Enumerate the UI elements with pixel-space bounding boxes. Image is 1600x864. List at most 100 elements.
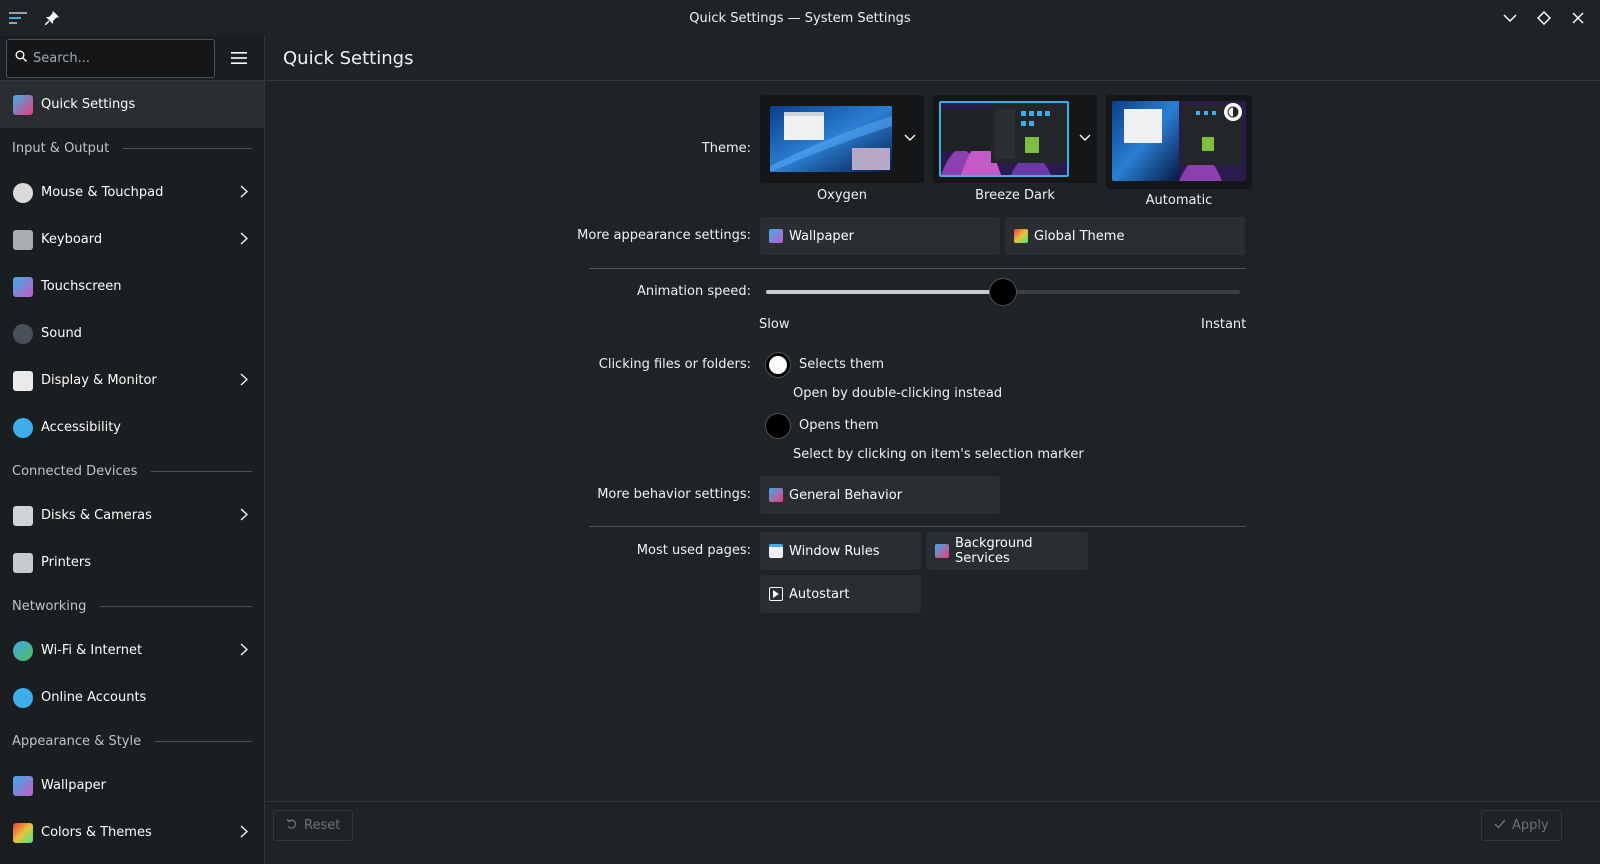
behavior-settings-label: More behavior settings: xyxy=(597,487,751,502)
animation-speed-slider[interactable] xyxy=(766,278,1240,306)
slider-slow-label: Slow xyxy=(759,317,790,332)
light-dark-toggle-icon xyxy=(1224,103,1242,121)
sidebar-item-label: Sound xyxy=(41,326,82,341)
page-title: Quick Settings xyxy=(283,47,414,69)
sidebar-item-wi-fi-internet[interactable]: Wi-Fi & Internet xyxy=(0,627,264,674)
sidebar-item-label: Accessibility xyxy=(41,420,121,435)
chevron-right-icon xyxy=(240,185,248,202)
sidebar-item-label: Printers xyxy=(41,555,92,570)
chevron-right-icon xyxy=(240,508,248,525)
animation-speed-label: Animation speed: xyxy=(636,284,751,299)
touchscreen-icon xyxy=(13,276,33,297)
autostart-button[interactable]: Autostart xyxy=(760,575,921,613)
animation-speed-slider-fill xyxy=(766,290,1003,294)
sound-icon xyxy=(13,323,33,344)
category-divider xyxy=(151,471,252,472)
wallpaper-icon xyxy=(13,775,33,796)
minimize-icon[interactable] xyxy=(1500,8,1520,28)
window-rules-button-label: Window Rules xyxy=(789,543,880,559)
theme-card-breeze-dark[interactable] xyxy=(933,95,1097,183)
breeze-dark-thumbnail xyxy=(939,101,1069,177)
chevron-right-icon xyxy=(240,373,248,390)
sidebar-item-quick-settings[interactable]: Quick Settings xyxy=(0,81,264,128)
general-behavior-button-label: General Behavior xyxy=(789,487,903,503)
sidebar-item-online-accounts[interactable]: Online Accounts xyxy=(0,674,264,721)
globe-icon xyxy=(13,640,33,661)
sidebar-category-label: Input & Output xyxy=(12,141,110,156)
global-theme-button-label: Global Theme xyxy=(1034,228,1125,244)
general-behavior-icon xyxy=(769,488,783,502)
global-theme-button[interactable]: Global Theme xyxy=(1005,217,1245,255)
selects-them-radio[interactable] xyxy=(765,352,791,378)
autostart-button-label: Autostart xyxy=(789,586,850,602)
wallpaper-button-label: Wallpaper xyxy=(789,228,855,244)
sidebar-item-display-monitor[interactable]: Display & Monitor xyxy=(0,357,264,404)
hamburger-menu-icon[interactable] xyxy=(224,43,254,73)
sidebar-item-label: Mouse & Touchpad xyxy=(41,185,164,200)
chevron-right-icon xyxy=(240,825,248,842)
sidebar-category-label: Connected Devices xyxy=(12,464,138,479)
animation-speed-slider-handle[interactable] xyxy=(989,278,1017,306)
theme-label: Theme: xyxy=(701,141,751,156)
app-menu-icon[interactable] xyxy=(8,8,28,28)
window-rules-icon xyxy=(769,544,783,558)
sidebar-item-wallpaper[interactable]: Wallpaper xyxy=(0,762,264,809)
sidebar-category: Networking xyxy=(0,586,264,627)
sidebar-category: Appearance & Style xyxy=(0,721,264,762)
sidebar-item-label: Keyboard xyxy=(41,232,103,247)
category-divider xyxy=(155,741,252,742)
sidebar-item-label: Quick Settings xyxy=(41,97,136,112)
oxygen-dropdown-chevron-icon[interactable] xyxy=(904,131,916,146)
global-theme-icon xyxy=(1014,229,1028,243)
general-behavior-button[interactable]: General Behavior xyxy=(760,476,1000,514)
sidebar-category: Connected Devices xyxy=(0,451,264,492)
background-services-icon xyxy=(935,544,949,558)
sidebar-item-touchscreen[interactable]: Touchscreen xyxy=(0,263,264,310)
title-bar: Quick Settings — System Settings xyxy=(0,0,1600,36)
selects-them-label[interactable]: Selects them xyxy=(799,357,884,372)
sidebar-item-printers[interactable]: Printers xyxy=(0,539,264,586)
sidebar-item-colors-themes[interactable]: Colors & Themes xyxy=(0,809,264,856)
slider-instant-label: Instant xyxy=(1201,317,1247,332)
close-icon[interactable] xyxy=(1568,8,1588,28)
sidebar-category-label: Networking xyxy=(12,599,87,614)
theme-card-oxygen[interactable] xyxy=(760,95,924,183)
theme-name-automatic: Automatic xyxy=(1145,193,1213,208)
sidebar-item-label: Disks & Cameras xyxy=(41,508,152,523)
sidebar-item-label: Online Accounts xyxy=(41,690,147,705)
appearance-settings-label: More appearance settings: xyxy=(577,228,751,243)
opens-them-label[interactable]: Opens them xyxy=(799,418,879,433)
maximize-icon[interactable] xyxy=(1534,8,1554,28)
sidebar-item-accessibility[interactable]: Accessibility xyxy=(0,404,264,451)
background-services-button[interactable]: Background Services xyxy=(926,532,1088,570)
category-divider xyxy=(123,148,252,149)
wallpaper-button[interactable]: Wallpaper xyxy=(760,217,1000,255)
opens-them-radio[interactable] xyxy=(765,413,791,439)
printer-icon xyxy=(13,552,33,573)
display-icon xyxy=(13,370,33,391)
theme-card-automatic[interactable] xyxy=(1106,95,1252,189)
background-services-button-label: Background Services xyxy=(955,536,1033,566)
reset-button[interactable]: Reset xyxy=(273,810,354,841)
sidebar-item-disks-cameras[interactable]: Disks & Cameras xyxy=(0,492,264,539)
pin-icon[interactable] xyxy=(42,8,62,28)
sidebar-item-mouse-touchpad[interactable]: Mouse & Touchpad xyxy=(0,169,264,216)
window-rules-button[interactable]: Window Rules xyxy=(760,532,921,570)
main-header: Quick Settings xyxy=(266,36,1600,81)
chevron-right-icon xyxy=(240,232,248,249)
search-box[interactable] xyxy=(6,38,215,78)
apply-button[interactable]: Apply xyxy=(1481,810,1562,841)
sidebar-item-keyboard[interactable]: Keyboard xyxy=(0,216,264,263)
mouse-icon xyxy=(13,182,33,203)
disk-icon xyxy=(13,505,33,526)
accessibility-icon xyxy=(13,417,33,438)
sidebar-category: Input & Output xyxy=(0,128,264,169)
separator-1 xyxy=(589,268,1246,269)
sidebar-item-sound[interactable]: Sound xyxy=(0,310,264,357)
keyboard-icon xyxy=(13,229,33,250)
colors-themes-icon xyxy=(13,822,33,843)
opens-them-hint: Select by clicking on item's selection m… xyxy=(793,447,1084,462)
search-input[interactable] xyxy=(33,50,203,66)
breeze-dark-dropdown-chevron-icon[interactable] xyxy=(1079,131,1091,146)
theme-name-oxygen: Oxygen xyxy=(816,188,868,203)
